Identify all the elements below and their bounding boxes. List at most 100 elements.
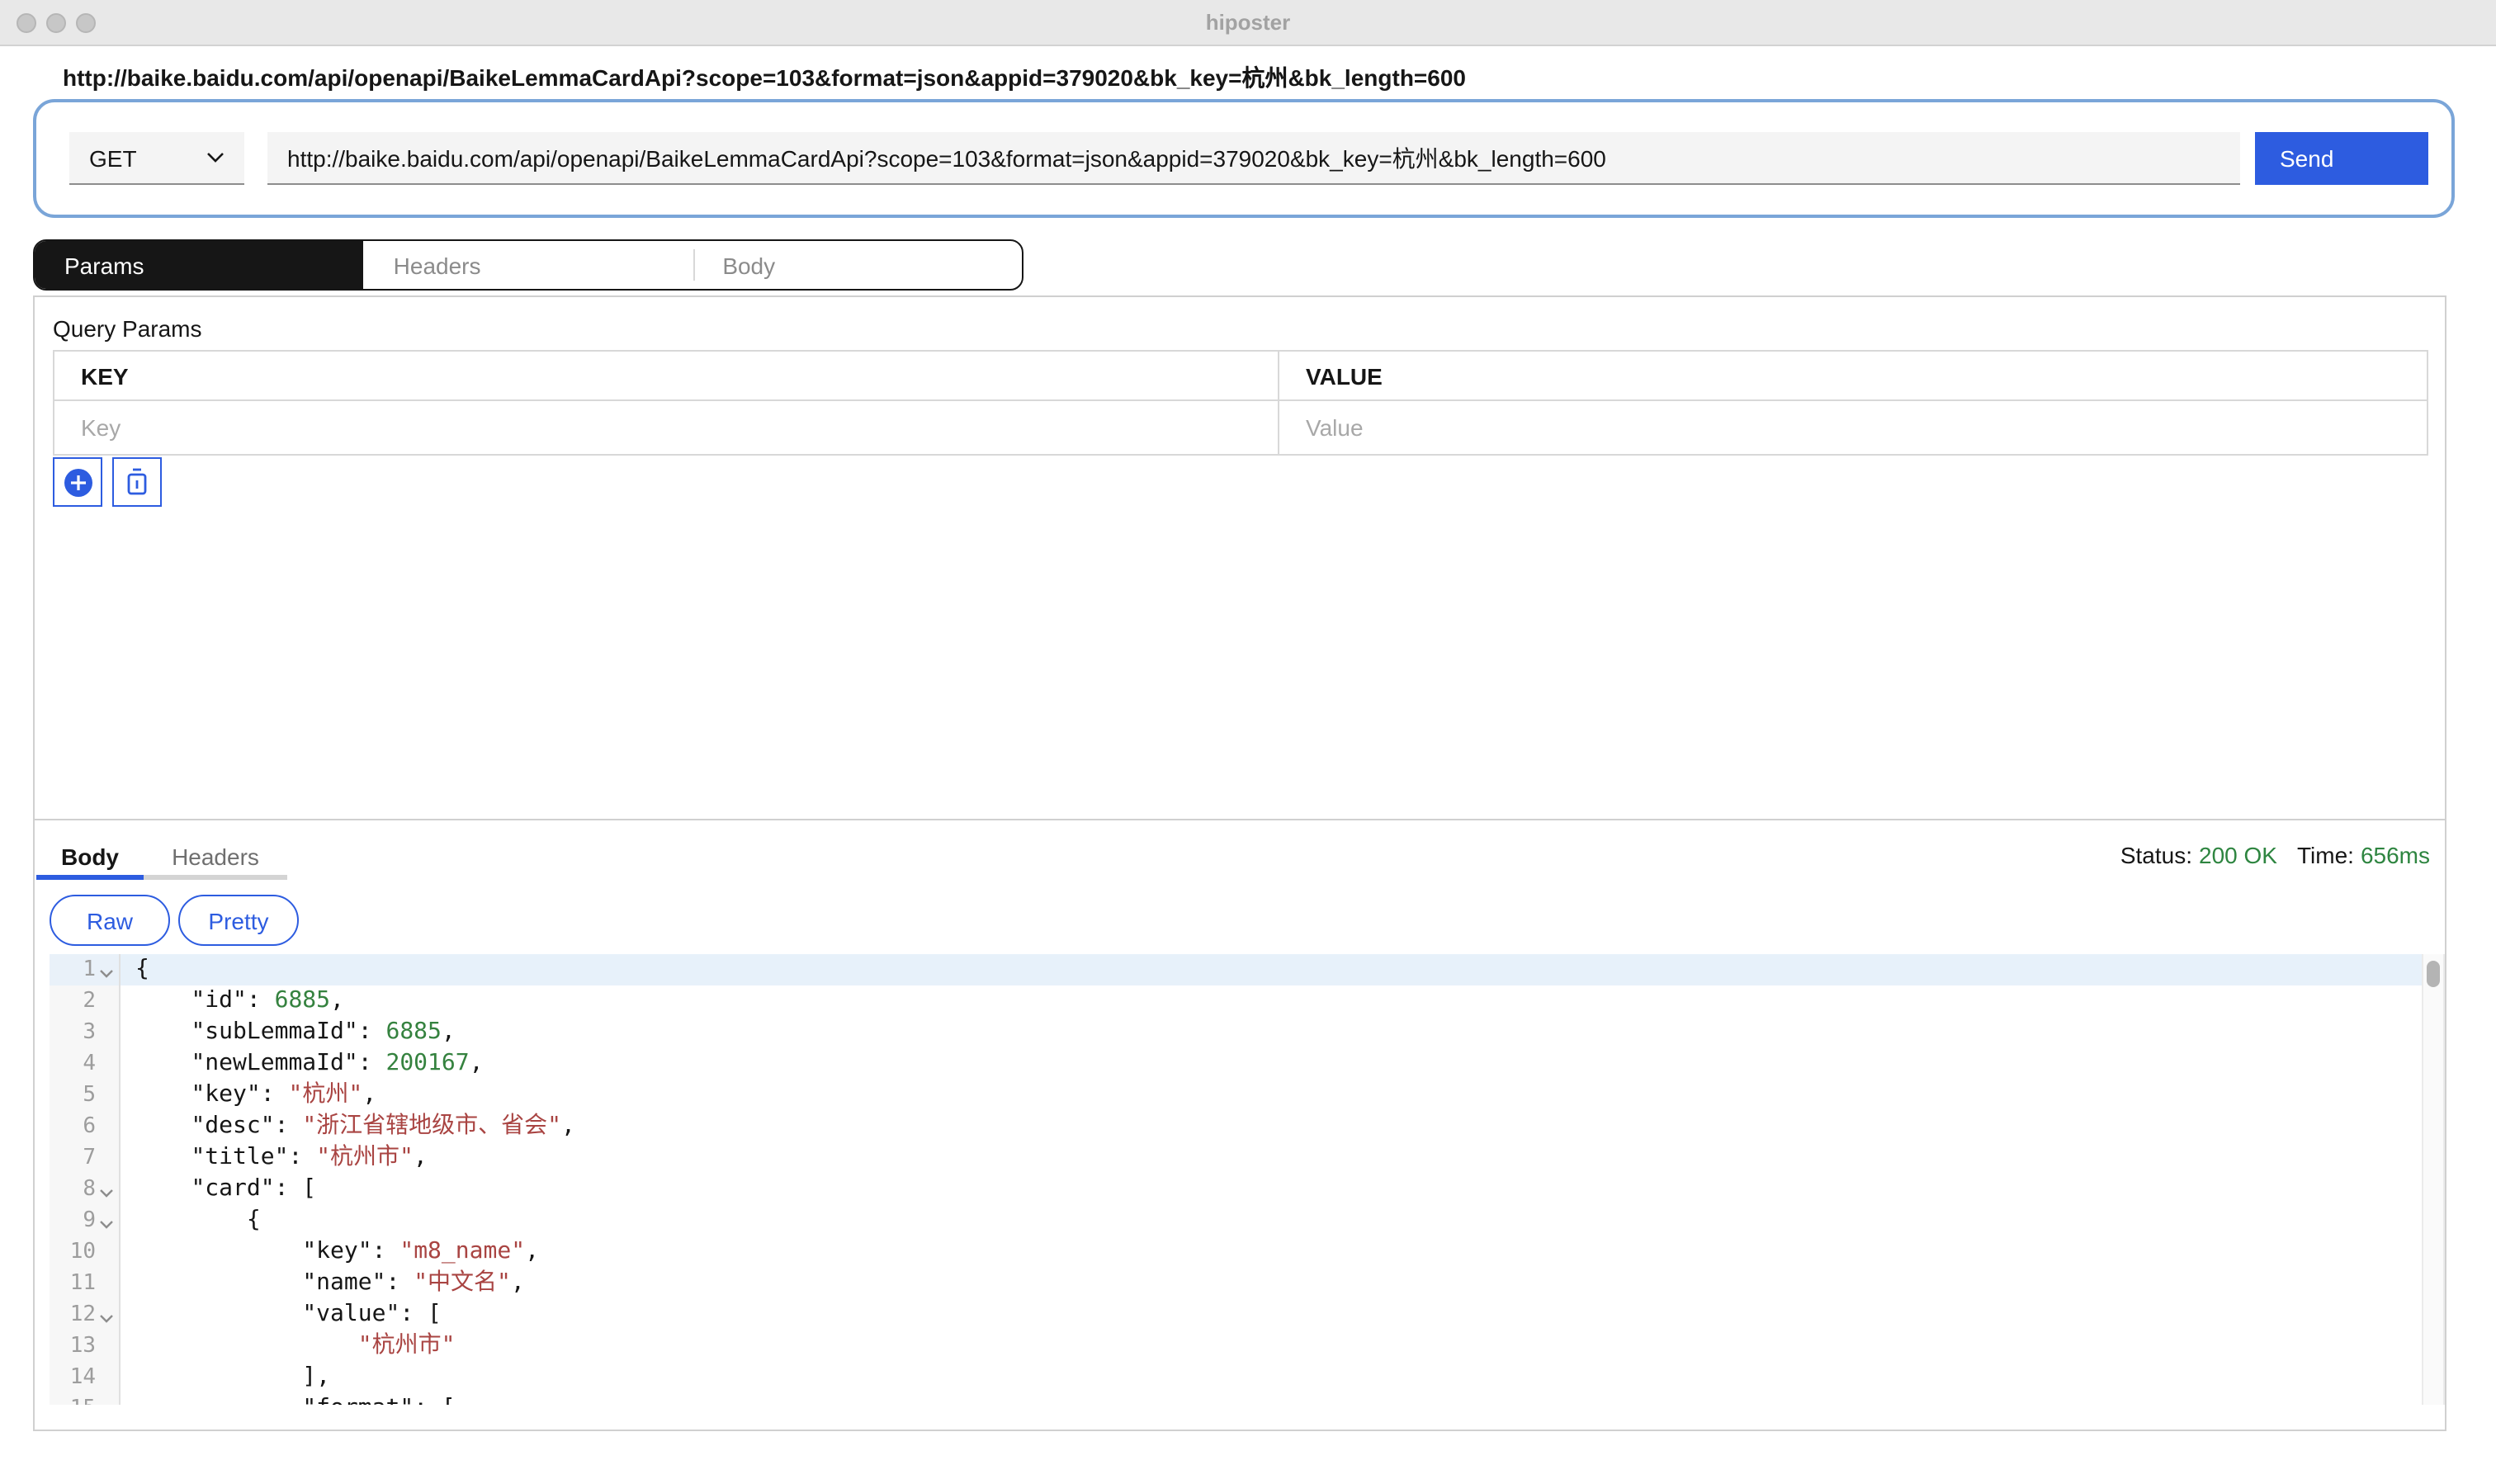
response-panel: BodyHeaders Status: 200 OK Time: 656ms RawP… (33, 819, 2446, 1431)
response-tab-headers[interactable]: Headers (144, 837, 287, 880)
method-select[interactable]: GET (69, 132, 244, 185)
code-text: "subLemmaId": 6885, (121, 1017, 456, 1048)
tab-params[interactable]: Params (35, 241, 364, 289)
code-line: 14 ], (50, 1362, 2445, 1393)
line-number: 1 (50, 954, 121, 985)
fold-spacer (99, 1401, 114, 1405)
line-number: 10 (50, 1236, 121, 1268)
code-line: 7 "title": "杭州市", (50, 1142, 2445, 1174)
param-value-input[interactable] (1279, 401, 2427, 454)
line-number: 12 (50, 1299, 121, 1330)
time-value: 656ms (2361, 842, 2430, 868)
request-tabs: ParamsHeadersBody (33, 239, 1023, 291)
tab-body[interactable]: Body (693, 241, 1022, 289)
code-line: 2 "id": 6885, (50, 985, 2445, 1017)
titlebar: hiposter (0, 0, 2496, 46)
plus-icon (64, 468, 92, 496)
line-number: 13 (50, 1330, 121, 1362)
trash-icon (124, 467, 150, 497)
time-label: Time: (2297, 842, 2354, 868)
line-number: 6 (50, 1111, 121, 1142)
delete-param-button[interactable] (112, 457, 162, 507)
fold-chevron-icon[interactable] (99, 1181, 114, 1198)
raw-button[interactable]: Raw (50, 895, 170, 946)
send-button[interactable]: Send (2255, 132, 2428, 185)
line-number: 14 (50, 1362, 121, 1393)
code-line: 13 "杭州市" (50, 1330, 2445, 1362)
response-view-buttons: RawPretty (50, 895, 299, 946)
app-window: hiposter http://baike.baidu.com/api/open… (0, 0, 2496, 1484)
code-text: "card": [ (121, 1174, 316, 1205)
code-text: "key": "杭州", (121, 1080, 376, 1111)
table-header-row: KEY VALUE (54, 351, 2427, 400)
line-number: 5 (50, 1080, 121, 1111)
request-bar: GET Send (33, 99, 2455, 218)
code-line: 6 "desc": "浙江省辖地级市、省会", (50, 1111, 2445, 1142)
code-line: 9 { (50, 1205, 2445, 1236)
fold-spacer (99, 1275, 114, 1292)
fold-spacer (99, 1244, 114, 1260)
code-text: { (121, 1205, 261, 1236)
code-line: 15 "format": [ (50, 1393, 2445, 1405)
line-number: 2 (50, 985, 121, 1017)
response-body-editor: 1{2 "id": 6885,3 "subLemmaId": 6885,4 "n… (50, 954, 2445, 1405)
fold-spacer (99, 1338, 114, 1354)
tab-headers[interactable]: Headers (364, 241, 693, 289)
line-number: 8 (50, 1174, 121, 1205)
fold-spacer (99, 993, 114, 1009)
param-key-input[interactable] (54, 401, 1278, 454)
scrollbar-thumb[interactable] (2427, 961, 2440, 987)
code-line: 10 "key": "m8_name", (50, 1236, 2445, 1268)
key-column-header: KEY (54, 351, 1279, 400)
code-text: "newLemmaId": 200167, (121, 1048, 484, 1080)
method-label: GET (89, 144, 137, 171)
fold-spacer (99, 1056, 114, 1072)
window-title: hiposter (0, 0, 2496, 46)
code-line: 3 "subLemmaId": 6885, (50, 1017, 2445, 1048)
code-text: { (121, 954, 149, 985)
line-number: 7 (50, 1142, 121, 1174)
code-text: "杭州市" (121, 1330, 455, 1362)
code-text: "value": [ (121, 1299, 442, 1330)
code-text: "name": "中文名", (121, 1268, 525, 1299)
fold-chevron-icon[interactable] (99, 1212, 114, 1229)
request-url-heading: http://baike.baidu.com/api/openapi/Baike… (63, 61, 1466, 94)
code-line: 1{ (50, 954, 2445, 985)
scrollbar-track[interactable] (2422, 954, 2445, 1405)
line-number: 4 (50, 1048, 121, 1080)
pretty-button[interactable]: Pretty (178, 895, 299, 946)
fold-spacer (99, 1024, 114, 1041)
fold-chevron-icon[interactable] (99, 962, 114, 978)
value-column-header: VALUE (1279, 351, 2427, 400)
param-actions (53, 457, 162, 507)
code-line: 12 "value": [ (50, 1299, 2445, 1330)
line-number: 15 (50, 1393, 121, 1405)
line-number: 9 (50, 1205, 121, 1236)
fold-spacer (99, 1118, 114, 1135)
fold-chevron-icon[interactable] (99, 1307, 114, 1323)
add-param-button[interactable] (53, 457, 102, 507)
code-text: ], (121, 1362, 330, 1393)
fold-spacer (99, 1150, 114, 1166)
code-text: "desc": "浙江省辖地级市、省会", (121, 1111, 575, 1142)
chevron-down-icon (206, 152, 225, 163)
code-text: "key": "m8_name", (121, 1236, 539, 1268)
code-lines: 1{2 "id": 6885,3 "subLemmaId": 6885,4 "n… (50, 954, 2445, 1405)
url-input[interactable] (267, 132, 2240, 185)
line-number: 11 (50, 1268, 121, 1299)
fold-spacer (99, 1087, 114, 1104)
table-row (54, 400, 2427, 455)
fold-spacer (99, 1369, 114, 1386)
query-params-title: Query Params (53, 315, 202, 342)
response-tabs: BodyHeaders (36, 837, 287, 880)
code-line: 8 "card": [ (50, 1174, 2445, 1205)
status-label: Status: (2120, 842, 2192, 868)
response-tab-body[interactable]: Body (36, 837, 144, 880)
query-params-panel: Query Params KEY VALUE (33, 295, 2446, 819)
code-text: "id": 6885, (121, 985, 344, 1017)
code-line: 11 "name": "中文名", (50, 1268, 2445, 1299)
status-value: 200 OK (2199, 842, 2277, 868)
query-params-table: KEY VALUE (53, 350, 2428, 456)
line-number: 3 (50, 1017, 121, 1048)
code-text: "format": [ (121, 1393, 456, 1405)
